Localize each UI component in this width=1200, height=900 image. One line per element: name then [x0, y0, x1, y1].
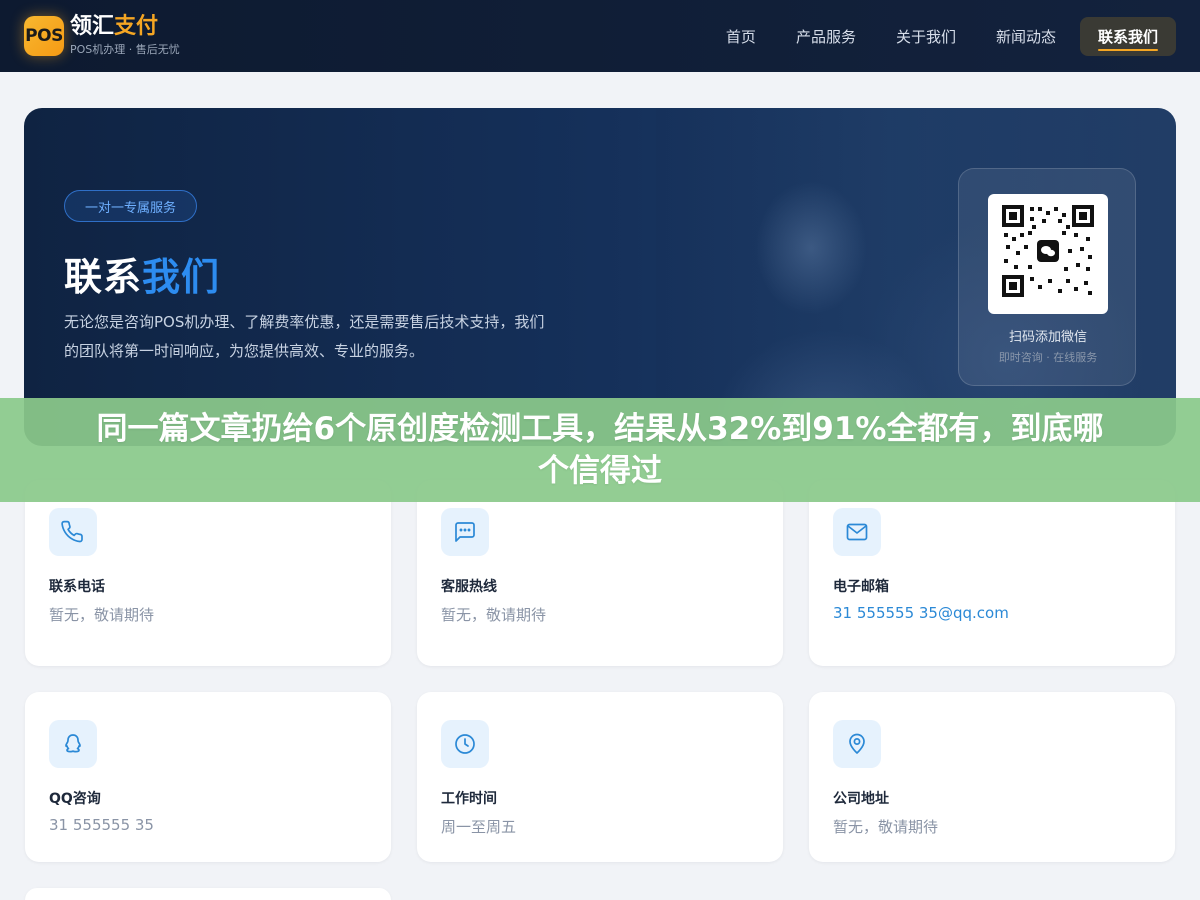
card-label: 电子邮箱	[833, 579, 889, 595]
headline-line-2: 个信得过	[538, 453, 662, 489]
nav-item-home[interactable]: 首页	[710, 18, 772, 55]
contact-card-hotline: 客服热线 暂无，敬请期待	[417, 480, 783, 666]
brand-name-part-1: 领汇	[70, 14, 115, 39]
logo-text: 领汇支付 POS机办理 · 售后无忧	[70, 15, 180, 57]
card-label: 公司地址	[833, 791, 889, 807]
contact-card-qq: QQ咨询 31 555555 35	[25, 692, 391, 862]
qr-subtitle: 即时咨询 · 在线服务	[998, 351, 1098, 364]
contact-card-email: 电子邮箱 31 555555 35@qq.com	[809, 480, 1175, 666]
page-title: 联系我们	[64, 246, 220, 301]
wechat-qr-card: 扫码添加微信 即时咨询 · 在线服务	[958, 168, 1136, 386]
nav-item-contact[interactable]: 联系我们	[1079, 16, 1176, 56]
brand-name-part-2: 支付	[114, 14, 159, 39]
card-label: 工作时间	[441, 791, 497, 807]
nav-item-news[interactable]: 新闻动态	[980, 18, 1072, 55]
contact-card-address: 公司地址 暂无，敬请期待	[809, 692, 1175, 862]
qr-title: 扫码添加微信	[1008, 330, 1087, 345]
card-value: 周一至周五	[441, 818, 517, 836]
brand-name: 领汇支付	[70, 15, 180, 39]
qr-code-icon	[1002, 205, 1094, 297]
headline-line-1: 同一篇文章扔给6个原创度检测工具，结果从32%到91%全都有，到底哪	[96, 411, 1104, 447]
nav-item-about[interactable]: 关于我们	[880, 18, 972, 55]
location-icon	[833, 720, 881, 768]
hero-description-line-1: 无论您是咨询POS机办理、了解费率优惠，还是需要售后技术支持，我们	[64, 313, 545, 331]
card-value: 暂无，敬请期待	[441, 606, 547, 624]
mail-icon	[833, 508, 881, 556]
hero-description: 无论您是咨询POS机办理、了解费率优惠，还是需要售后技术支持，我们 的团队将第一…	[64, 308, 584, 366]
hero-section: 一对一专属服务 联系我们 无论您是咨询POS机办理、了解费率优惠，还是需要售后技…	[24, 108, 1176, 446]
email-link[interactable]: 31 555555 35@qq.com	[833, 604, 1009, 622]
qq-icon	[49, 720, 97, 768]
headline-text: 同一篇文章扔给6个原创度检测工具，结果从32%到91%全都有，到底哪 个信得过	[97, 408, 1104, 492]
card-label: QQ咨询	[49, 791, 101, 807]
clock-icon	[441, 720, 489, 768]
logo-badge: POS	[24, 16, 64, 56]
contact-card-phone: 联系电话 暂无，敬请期待	[25, 480, 391, 666]
phone-icon	[49, 508, 97, 556]
contact-card-partial	[25, 888, 391, 900]
hero-description-line-2: 的团队将第一时间响应，为您提供高效、专业的服务。	[64, 342, 425, 360]
main-nav: 首页 产品服务 关于我们 新闻动态 联系我们	[710, 16, 1176, 56]
site-header: POS 领汇支付 POS机办理 · 售后无忧 首页 产品服务 关于我们 新闻动态…	[0, 0, 1200, 72]
card-value: 31 555555 35	[49, 816, 154, 834]
service-pill: 一对一专属服务	[64, 190, 198, 222]
nav-item-products[interactable]: 产品服务	[780, 18, 872, 55]
page-title-part-1: 联系	[64, 255, 143, 299]
card-label: 联系电话	[49, 579, 105, 595]
card-label: 客服热线	[441, 579, 497, 595]
logo[interactable]: POS 领汇支付 POS机办理 · 售后无忧	[24, 15, 180, 57]
chat-icon	[441, 508, 489, 556]
headline-banner[interactable]: 同一篇文章扔给6个原创度检测工具，结果从32%到91%全都有，到底哪 个信得过	[0, 398, 1200, 502]
page-title-part-2: 我们	[142, 255, 221, 299]
contact-card-hours: 工作时间 周一至周五	[417, 692, 783, 862]
card-value: 暂无，敬请期待	[49, 606, 155, 624]
brand-tagline: POS机办理 · 售后无忧	[70, 43, 180, 56]
qr-code	[988, 194, 1108, 314]
card-value: 暂无，敬请期待	[833, 818, 939, 836]
